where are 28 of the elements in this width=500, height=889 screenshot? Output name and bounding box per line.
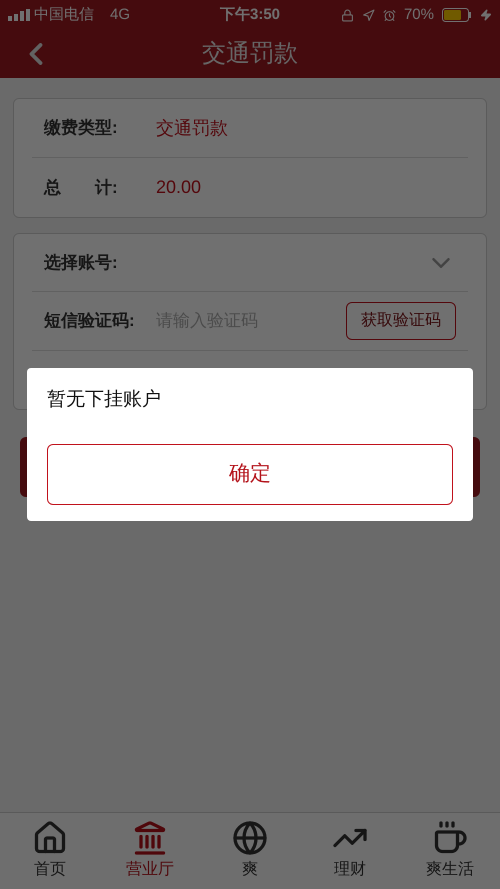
bank-icon	[132, 820, 168, 856]
battery-percent: 70%	[404, 4, 434, 25]
field-value: 交通罚款	[156, 116, 228, 140]
carrier-text: 中国电信	[34, 4, 94, 25]
get-code-button[interactable]: 获取验证码	[346, 302, 456, 340]
signal-icon	[8, 9, 30, 21]
globe-icon	[232, 820, 268, 856]
field-value: 20.00	[156, 176, 202, 199]
field-label: 总 计:	[42, 176, 119, 199]
dialog-message: 暂无下挂账户	[47, 388, 162, 412]
cup-icon	[432, 820, 468, 856]
location-icon	[362, 8, 375, 22]
battery-icon	[442, 8, 472, 22]
house-icon	[32, 820, 68, 856]
alarm-icon	[382, 8, 396, 22]
page-title: 交通罚款	[202, 39, 298, 69]
field-label: 缴费类型:	[42, 117, 119, 140]
tab-item[interactable]: 营业厅	[100, 813, 200, 889]
charging-icon	[480, 9, 492, 21]
tab-item[interactable]: 首页	[0, 813, 100, 889]
clock-text: 下午3:50	[218, 4, 282, 25]
tab-item[interactable]: 爽生活	[400, 813, 500, 889]
field-label: 选择账号:	[43, 252, 119, 274]
field-label: 短信验证码:	[42, 310, 136, 332]
confirm-button[interactable]: 确定	[47, 444, 453, 504]
network-text: 4G	[110, 4, 130, 25]
tab-item[interactable]: 理财	[300, 813, 400, 889]
tab-item[interactable]: 爽	[200, 813, 300, 889]
